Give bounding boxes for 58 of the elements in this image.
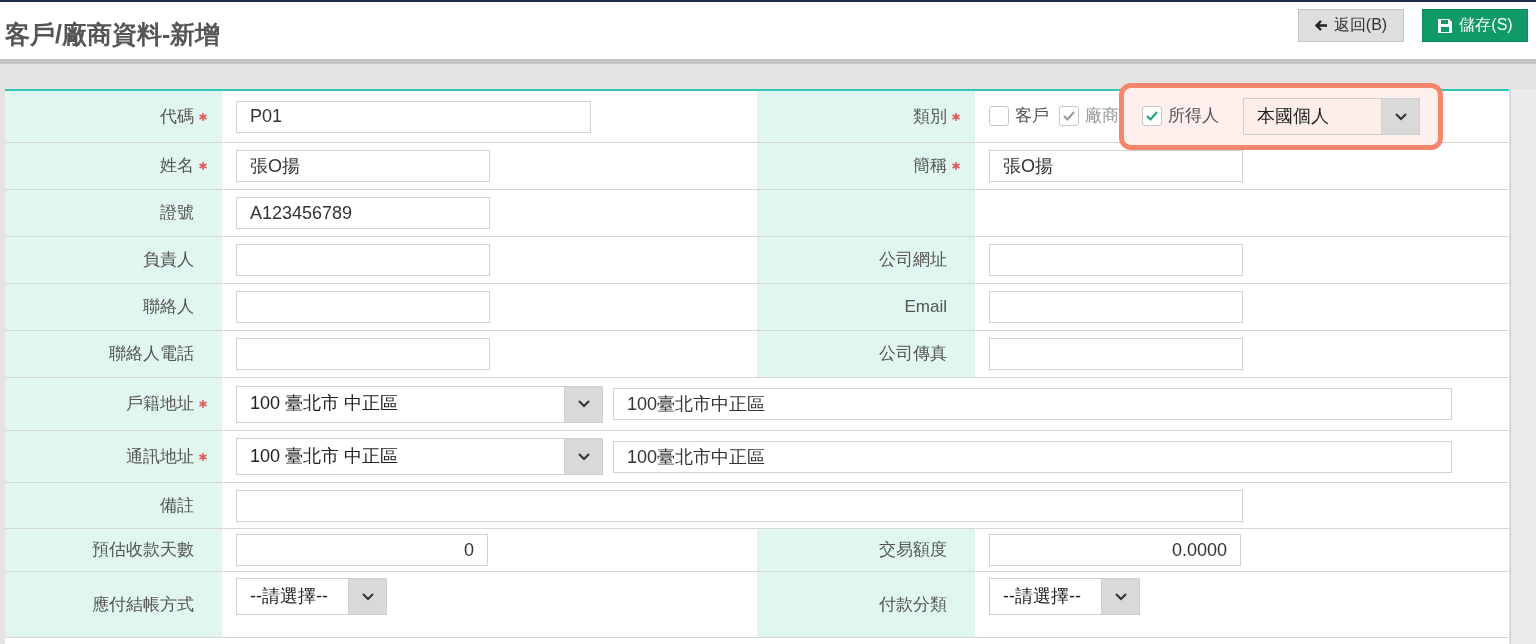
text-field[interactable]: A123456789: [236, 197, 490, 229]
select-dropdown[interactable]: --請選擇--: [236, 578, 387, 615]
number-field[interactable]: 0: [236, 534, 488, 566]
field-label: 通訊地址: [126, 446, 194, 467]
chevron-down-icon: [1114, 592, 1127, 601]
required-mark-icon: [199, 452, 207, 461]
field-label: 簡稱: [913, 156, 947, 176]
field-label: 代碼: [160, 106, 194, 127]
required-mark-icon: [199, 162, 207, 170]
field-label: 聯絡人電話: [109, 344, 194, 364]
field-label: 備註: [160, 495, 194, 516]
field-label: 類別: [913, 106, 947, 127]
text-field[interactable]: [236, 291, 490, 323]
checkbox-option[interactable]: 所得人: [1142, 106, 1219, 127]
address-field[interactable]: 100臺北市中正區: [613, 388, 1452, 420]
text-field[interactable]: P01: [236, 100, 591, 133]
page-title: 客戶/廠商資料-新增: [5, 19, 221, 49]
text-field[interactable]: [989, 291, 1243, 323]
address-field[interactable]: 100臺北市中正區: [613, 440, 1452, 473]
note-field[interactable]: [236, 489, 1243, 522]
required-mark-icon: [199, 112, 207, 121]
check-icon: [1146, 111, 1158, 122]
field-label: 公司傳真: [879, 344, 947, 364]
checkbox-option[interactable]: 客戶: [989, 106, 1049, 127]
field-label: 交易額度: [879, 540, 947, 560]
save-button[interactable]: 儲存(S): [1422, 9, 1528, 42]
text-field[interactable]: [236, 338, 490, 370]
field-label: 聯絡人: [143, 297, 194, 317]
required-mark-icon: [952, 112, 960, 121]
back-button[interactable]: 返回(B): [1298, 9, 1404, 42]
chevron-down-icon: [577, 400, 590, 408]
text-field[interactable]: [236, 244, 490, 276]
text-field[interactable]: 張O揚: [989, 150, 1243, 182]
required-mark-icon: [952, 162, 960, 170]
chevron-down-icon: [361, 592, 374, 601]
text-field[interactable]: 張O揚: [236, 150, 490, 182]
required-mark-icon: [199, 400, 207, 408]
field-label: 預估收款天數: [92, 540, 194, 560]
field-label: 戶籍地址: [126, 394, 194, 414]
field-label: 公司網址: [879, 250, 947, 270]
text-field[interactable]: [989, 338, 1243, 370]
field-label: 姓名: [160, 156, 194, 176]
check-icon: [1063, 111, 1075, 122]
district-select[interactable]: 100 臺北市 中正區: [236, 385, 603, 423]
number-field[interactable]: 0.0000: [989, 534, 1241, 566]
field-label: 證號: [160, 203, 194, 223]
chevron-down-icon: [577, 452, 590, 461]
text-field[interactable]: [989, 244, 1243, 276]
save-icon: [1437, 17, 1454, 34]
field-label: Email: [904, 297, 947, 317]
arrow-left-icon: [1314, 20, 1328, 31]
field-label: 負責人: [143, 250, 194, 270]
field-label: 付款分類: [879, 594, 947, 615]
chevron-down-icon: [1394, 112, 1407, 121]
select-dropdown[interactable]: 本國個人: [1243, 98, 1420, 135]
field-label: 應付結帳方式: [92, 594, 194, 615]
district-select[interactable]: 100 臺北市 中正區: [236, 438, 603, 475]
select-dropdown[interactable]: --請選擇--: [989, 578, 1140, 615]
